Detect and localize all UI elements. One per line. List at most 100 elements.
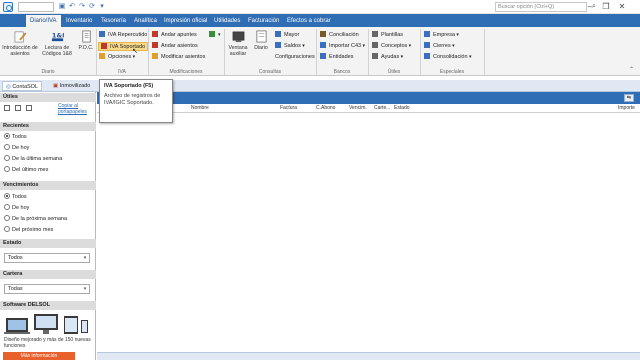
radio-recientes-todos[interactable]: Todos bbox=[4, 133, 27, 142]
andar-apuntes-button[interactable]: Andar apuntes bbox=[152, 31, 197, 40]
andar-asientos-button[interactable]: Andar asientos bbox=[152, 42, 198, 51]
tab-diario-iva[interactable]: Diario/IVA bbox=[26, 15, 61, 27]
doctab-inmovilizado[interactable]: ▣ Inmovilizado bbox=[50, 81, 93, 91]
undo-icon[interactable]: ↶ bbox=[68, 3, 76, 11]
poc-button[interactable]: P.O.C. bbox=[76, 30, 96, 51]
collapse-ribbon-icon[interactable]: ⌃ bbox=[629, 66, 634, 73]
window-icon bbox=[232, 31, 244, 43]
col-nombre[interactable]: Nombre bbox=[191, 105, 209, 112]
filter-icon[interactable] bbox=[26, 105, 32, 111]
company-select[interactable] bbox=[18, 2, 54, 12]
cierres-button[interactable]: Cierres ▾ bbox=[424, 42, 455, 51]
consolidacion-button[interactable]: Consolidación ▾ bbox=[424, 53, 471, 62]
more-info-button[interactable]: Más información bbox=[3, 352, 75, 360]
tab-tesoreria[interactable]: Tesorería bbox=[97, 15, 130, 27]
radio-vencimientos-todos[interactable]: Todos bbox=[4, 193, 27, 202]
radio-vencimientos-hoy[interactable]: De hoy bbox=[4, 204, 29, 213]
group-label-consultas: Consultas bbox=[258, 69, 282, 75]
configuraciones-button[interactable]: Configuraciones bbox=[275, 53, 315, 62]
introduccion-asientos-button[interactable]: Introducción de asientos bbox=[2, 30, 38, 57]
radio-label: De hoy bbox=[12, 205, 30, 211]
estado-select[interactable]: Todos ▾ bbox=[4, 253, 90, 263]
saldos-button[interactable]: Saldos ▾ bbox=[275, 42, 305, 51]
ventana-auxiliar-label: Ventana auxiliar bbox=[228, 45, 248, 57]
grid-options-icon[interactable]: ⇆ bbox=[624, 94, 634, 102]
poc-icon bbox=[81, 30, 91, 43]
configuraciones-label: Configuraciones bbox=[275, 54, 315, 60]
conceptos-button[interactable]: Conceptos ▾ bbox=[372, 42, 411, 51]
chevron-down-icon: ▾ bbox=[361, 43, 366, 49]
chevron-down-icon: ▾ bbox=[450, 43, 455, 49]
tab-facturacion[interactable]: Facturación bbox=[244, 15, 283, 27]
doctab-contasol[interactable]: ◎ ContaSOL bbox=[2, 81, 43, 91]
col-estado[interactable]: Estado bbox=[394, 105, 410, 112]
print-icon[interactable] bbox=[15, 105, 21, 111]
cierres-label: Cierres bbox=[433, 43, 451, 49]
cartera-select[interactable]: Todas ▾ bbox=[4, 284, 90, 294]
cartera-value: Todas bbox=[8, 286, 23, 292]
maximize-button[interactable]: ❐ bbox=[600, 1, 612, 13]
tab-inventario[interactable]: Inventario bbox=[62, 15, 96, 27]
doctab-inmovilizado-label: Inmovilizado bbox=[59, 83, 91, 89]
consolidation-icon bbox=[424, 53, 430, 59]
modificar-asientos-button[interactable]: Modificar asientos bbox=[152, 53, 205, 62]
search-input[interactable]: Buscar opción (Ctrl+Q) bbox=[495, 2, 587, 12]
radio-vencimientos-semana[interactable]: De la próxima semana bbox=[4, 215, 67, 224]
tab-efectos-a-cobrar[interactable]: Efectos a cobrar bbox=[283, 15, 335, 27]
close-button[interactable]: ✕ bbox=[616, 1, 628, 13]
bank-icon bbox=[320, 31, 326, 37]
chevron-down-icon: ▾ bbox=[131, 54, 136, 60]
section-header-vencimientos: Vencimientos bbox=[0, 181, 96, 190]
scissors-icon bbox=[152, 31, 158, 37]
export-icon[interactable] bbox=[4, 105, 10, 111]
redo-icon[interactable]: ↷ bbox=[78, 3, 86, 11]
col-vencim[interactable]: Vencim. bbox=[349, 105, 367, 112]
ventana-auxiliar-button[interactable]: Ventana auxiliar bbox=[226, 30, 250, 57]
iva-opciones-button[interactable]: Opciones ▾ bbox=[99, 53, 135, 62]
minimize-button[interactable]: – bbox=[584, 1, 596, 13]
plantillas-label: Plantillas bbox=[381, 32, 404, 38]
modificar-asientos-label: Modificar asientos bbox=[161, 54, 206, 60]
diario-button[interactable]: Diario bbox=[251, 30, 271, 51]
conceptos-label: Conceptos bbox=[381, 43, 408, 49]
radio-dot bbox=[4, 193, 10, 199]
save-icon[interactable]: ▣ bbox=[58, 3, 66, 11]
conciliacion-button[interactable]: Conciliación bbox=[320, 31, 359, 40]
iva-repercutido-button[interactable]: IVA Repercutido bbox=[99, 31, 147, 40]
tab-analitica[interactable]: Analítica bbox=[130, 15, 161, 27]
group-label-utiles: Útiles bbox=[387, 69, 401, 75]
radio-recientes-mes[interactable]: Del último mes bbox=[4, 166, 48, 175]
col-cartera[interactable]: Carte... bbox=[374, 105, 390, 112]
extra-tool-button[interactable]: ▾ bbox=[209, 31, 221, 40]
refresh-icon[interactable]: ⟳ bbox=[88, 3, 96, 11]
app-logo-icon[interactable] bbox=[3, 2, 13, 12]
col-cabono[interactable]: C.Abono bbox=[316, 105, 335, 112]
radio-dot bbox=[4, 166, 10, 172]
col-factura[interactable]: Factura bbox=[280, 105, 297, 112]
lectura-codigos-button[interactable]: 1&8 Lectura de Códigos 1&8 bbox=[38, 30, 76, 57]
entidades-button[interactable]: Entidades bbox=[320, 53, 353, 62]
col-importe[interactable]: Importe bbox=[618, 105, 635, 112]
radio-dot bbox=[4, 155, 10, 161]
copy-clipboard-link[interactable]: Copiar al portapapeles bbox=[58, 103, 92, 115]
empresa-button[interactable]: Empresa ▾ bbox=[424, 31, 459, 40]
radio-label: Del último mes bbox=[12, 167, 49, 173]
importar-c43-button[interactable]: Importar C43 ▾ bbox=[320, 42, 365, 51]
tab-impresion-oficial[interactable]: Impresión oficial bbox=[160, 15, 211, 27]
customize-icon[interactable]: ▾ bbox=[98, 3, 106, 11]
template-icon bbox=[372, 31, 378, 37]
plantillas-button[interactable]: Plantillas bbox=[372, 31, 403, 40]
section-header-promo: Software DELSOL bbox=[0, 301, 96, 310]
mayor-button[interactable]: Mayor bbox=[275, 31, 299, 40]
iva-soportado-button[interactable]: IVA Soportado bbox=[98, 42, 149, 51]
ayudas-button[interactable]: Ayudas ▾ bbox=[372, 53, 403, 62]
radio-vencimientos-mes[interactable]: Del próximo mes bbox=[4, 226, 53, 235]
doctab-contasol-label: ContaSOL bbox=[12, 84, 39, 90]
radio-dot bbox=[4, 226, 10, 232]
radio-recientes-semana[interactable]: De la última semana bbox=[4, 155, 62, 164]
tab-utilidades[interactable]: Utilidades bbox=[210, 15, 244, 27]
chevron-down-icon: ▾ bbox=[218, 32, 221, 38]
radio-label: Del próximo mes bbox=[12, 227, 54, 233]
radio-recientes-hoy[interactable]: De hoy bbox=[4, 144, 29, 153]
chevron-down-icon: ▾ bbox=[407, 43, 412, 49]
